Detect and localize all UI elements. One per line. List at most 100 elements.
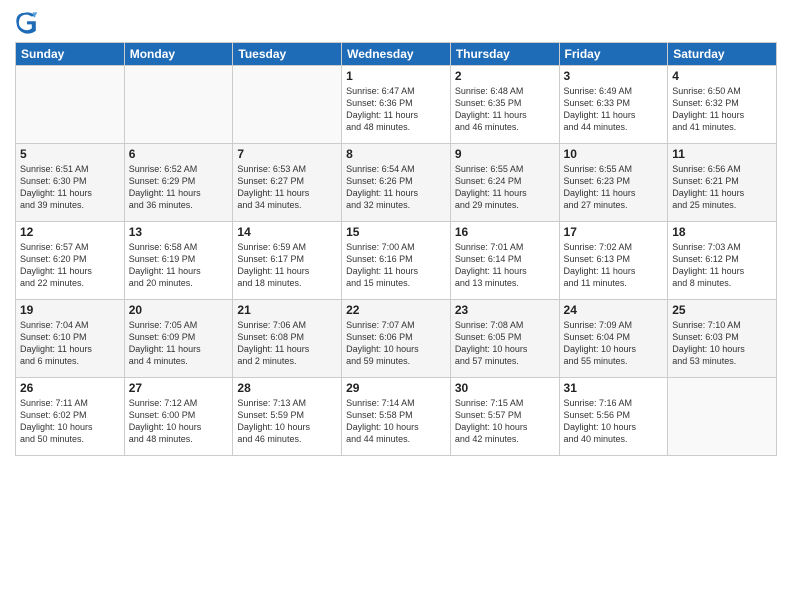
day-info: Sunrise: 6:53 AM Sunset: 6:27 PM Dayligh…	[237, 163, 337, 212]
day-number: 20	[129, 303, 229, 317]
calendar-cell: 16 Sunrise: 7:01 AM Sunset: 6:14 PM Dayli…	[450, 222, 559, 300]
day-info: Sunrise: 6:51 AM Sunset: 6:30 PM Dayligh…	[20, 163, 120, 212]
day-info: Sunrise: 7:15 AM Sunset: 5:57 PM Dayligh…	[455, 397, 555, 446]
logo-icon	[15, 10, 39, 34]
calendar-cell: 29 Sunrise: 7:14 AM Sunset: 5:58 PM Dayli…	[342, 378, 451, 456]
weekday-header: Monday	[124, 43, 233, 66]
day-info: Sunrise: 6:54 AM Sunset: 6:26 PM Dayligh…	[346, 163, 446, 212]
day-number: 13	[129, 225, 229, 239]
calendar-week-row: 19 Sunrise: 7:04 AM Sunset: 6:10 PM Dayli…	[16, 300, 777, 378]
weekday-header: Saturday	[668, 43, 777, 66]
logo	[15, 10, 43, 34]
day-number: 2	[455, 69, 555, 83]
calendar-body: 1 Sunrise: 6:47 AM Sunset: 6:36 PM Daylig…	[16, 66, 777, 456]
day-number: 3	[564, 69, 664, 83]
day-number: 19	[20, 303, 120, 317]
day-info: Sunrise: 6:47 AM Sunset: 6:36 PM Dayligh…	[346, 85, 446, 134]
calendar-cell: 18 Sunrise: 7:03 AM Sunset: 6:12 PM Dayli…	[668, 222, 777, 300]
calendar-week-row: 5 Sunrise: 6:51 AM Sunset: 6:30 PM Daylig…	[16, 144, 777, 222]
day-number: 21	[237, 303, 337, 317]
day-info: Sunrise: 6:58 AM Sunset: 6:19 PM Dayligh…	[129, 241, 229, 290]
calendar-cell	[124, 66, 233, 144]
calendar-header-row: SundayMondayTuesdayWednesdayThursdayFrid…	[16, 43, 777, 66]
calendar-cell: 10 Sunrise: 6:55 AM Sunset: 6:23 PM Dayli…	[559, 144, 668, 222]
day-info: Sunrise: 6:57 AM Sunset: 6:20 PM Dayligh…	[20, 241, 120, 290]
day-info: Sunrise: 7:06 AM Sunset: 6:08 PM Dayligh…	[237, 319, 337, 368]
calendar-cell: 30 Sunrise: 7:15 AM Sunset: 5:57 PM Dayli…	[450, 378, 559, 456]
calendar-cell: 15Sunrise: 7:00 AM Sunset: 6:16 PM Dayli…	[342, 222, 451, 300]
calendar-cell: 14 Sunrise: 6:59 AM Sunset: 6:17 PM Dayli…	[233, 222, 342, 300]
day-info: Sunrise: 6:52 AM Sunset: 6:29 PM Dayligh…	[129, 163, 229, 212]
calendar-cell: 6 Sunrise: 6:52 AM Sunset: 6:29 PM Daylig…	[124, 144, 233, 222]
calendar-week-row: 12 Sunrise: 6:57 AM Sunset: 6:20 PM Dayli…	[16, 222, 777, 300]
day-number: 18	[672, 225, 772, 239]
day-info: Sunrise: 7:13 AM Sunset: 5:59 PM Dayligh…	[237, 397, 337, 446]
day-number: 9	[455, 147, 555, 161]
day-number: 5	[20, 147, 120, 161]
calendar-cell: 26 Sunrise: 7:11 AM Sunset: 6:02 PM Dayli…	[16, 378, 125, 456]
day-info: Sunrise: 7:09 AM Sunset: 6:04 PM Dayligh…	[564, 319, 664, 368]
page-header	[15, 10, 777, 34]
day-info: Sunrise: 7:03 AM Sunset: 6:12 PM Dayligh…	[672, 241, 772, 290]
day-info: Sunrise: 7:10 AM Sunset: 6:03 PM Dayligh…	[672, 319, 772, 368]
day-info: Sunrise: 7:16 AM Sunset: 5:56 PM Dayligh…	[564, 397, 664, 446]
day-number: 30	[455, 381, 555, 395]
weekday-header: Friday	[559, 43, 668, 66]
weekday-header: Wednesday	[342, 43, 451, 66]
calendar-cell: 1 Sunrise: 6:47 AM Sunset: 6:36 PM Daylig…	[342, 66, 451, 144]
day-number: 14	[237, 225, 337, 239]
calendar-cell: 5 Sunrise: 6:51 AM Sunset: 6:30 PM Daylig…	[16, 144, 125, 222]
calendar-cell: 11Sunrise: 6:56 AM Sunset: 6:21 PM Dayli…	[668, 144, 777, 222]
day-number: 26	[20, 381, 120, 395]
day-number: 4	[672, 69, 772, 83]
calendar-cell: 4 Sunrise: 6:50 AM Sunset: 6:32 PM Daylig…	[668, 66, 777, 144]
day-info: Sunrise: 7:01 AM Sunset: 6:14 PM Dayligh…	[455, 241, 555, 290]
calendar-cell: 2Sunrise: 6:48 AM Sunset: 6:35 PM Daylig…	[450, 66, 559, 144]
calendar-cell	[233, 66, 342, 144]
day-info: Sunrise: 6:49 AM Sunset: 6:33 PM Dayligh…	[564, 85, 664, 134]
calendar-cell: 19 Sunrise: 7:04 AM Sunset: 6:10 PM Dayli…	[16, 300, 125, 378]
day-info: Sunrise: 7:14 AM Sunset: 5:58 PM Dayligh…	[346, 397, 446, 446]
day-number: 25	[672, 303, 772, 317]
weekday-header: Sunday	[16, 43, 125, 66]
day-info: Sunrise: 6:56 AM Sunset: 6:21 PM Dayligh…	[672, 163, 772, 212]
calendar-week-row: 1 Sunrise: 6:47 AM Sunset: 6:36 PM Daylig…	[16, 66, 777, 144]
calendar-cell: 25 Sunrise: 7:10 AM Sunset: 6:03 PM Dayli…	[668, 300, 777, 378]
day-number: 24	[564, 303, 664, 317]
day-number: 27	[129, 381, 229, 395]
day-info: Sunrise: 6:55 AM Sunset: 6:23 PM Dayligh…	[564, 163, 664, 212]
calendar-cell: 27Sunrise: 7:12 AM Sunset: 6:00 PM Dayli…	[124, 378, 233, 456]
day-info: Sunrise: 7:02 AM Sunset: 6:13 PM Dayligh…	[564, 241, 664, 290]
day-info: Sunrise: 7:04 AM Sunset: 6:10 PM Dayligh…	[20, 319, 120, 368]
calendar-cell: 24 Sunrise: 7:09 AM Sunset: 6:04 PM Dayli…	[559, 300, 668, 378]
calendar-cell: 28Sunrise: 7:13 AM Sunset: 5:59 PM Dayli…	[233, 378, 342, 456]
day-info: Sunrise: 7:08 AM Sunset: 6:05 PM Dayligh…	[455, 319, 555, 368]
day-number: 23	[455, 303, 555, 317]
day-number: 29	[346, 381, 446, 395]
day-info: Sunrise: 6:59 AM Sunset: 6:17 PM Dayligh…	[237, 241, 337, 290]
day-number: 10	[564, 147, 664, 161]
calendar-cell: 8 Sunrise: 6:54 AM Sunset: 6:26 PM Daylig…	[342, 144, 451, 222]
calendar-cell: 22Sunrise: 7:07 AM Sunset: 6:06 PM Dayli…	[342, 300, 451, 378]
calendar-cell: 7Sunrise: 6:53 AM Sunset: 6:27 PM Daylig…	[233, 144, 342, 222]
day-info: Sunrise: 7:05 AM Sunset: 6:09 PM Dayligh…	[129, 319, 229, 368]
day-number: 22	[346, 303, 446, 317]
day-number: 12	[20, 225, 120, 239]
day-number: 31	[564, 381, 664, 395]
calendar-cell: 20 Sunrise: 7:05 AM Sunset: 6:09 PM Dayli…	[124, 300, 233, 378]
day-number: 16	[455, 225, 555, 239]
weekday-header: Thursday	[450, 43, 559, 66]
day-number: 6	[129, 147, 229, 161]
calendar-cell: 21 Sunrise: 7:06 AM Sunset: 6:08 PM Dayli…	[233, 300, 342, 378]
calendar-cell	[668, 378, 777, 456]
calendar-week-row: 26 Sunrise: 7:11 AM Sunset: 6:02 PM Dayli…	[16, 378, 777, 456]
day-info: Sunrise: 6:50 AM Sunset: 6:32 PM Dayligh…	[672, 85, 772, 134]
calendar-cell: 12 Sunrise: 6:57 AM Sunset: 6:20 PM Dayli…	[16, 222, 125, 300]
calendar-cell	[16, 66, 125, 144]
day-number: 17	[564, 225, 664, 239]
day-number: 1	[346, 69, 446, 83]
calendar-table: SundayMondayTuesdayWednesdayThursdayFrid…	[15, 42, 777, 456]
calendar-cell: 23 Sunrise: 7:08 AM Sunset: 6:05 PM Dayli…	[450, 300, 559, 378]
day-number: 8	[346, 147, 446, 161]
day-info: Sunrise: 7:11 AM Sunset: 6:02 PM Dayligh…	[20, 397, 120, 446]
